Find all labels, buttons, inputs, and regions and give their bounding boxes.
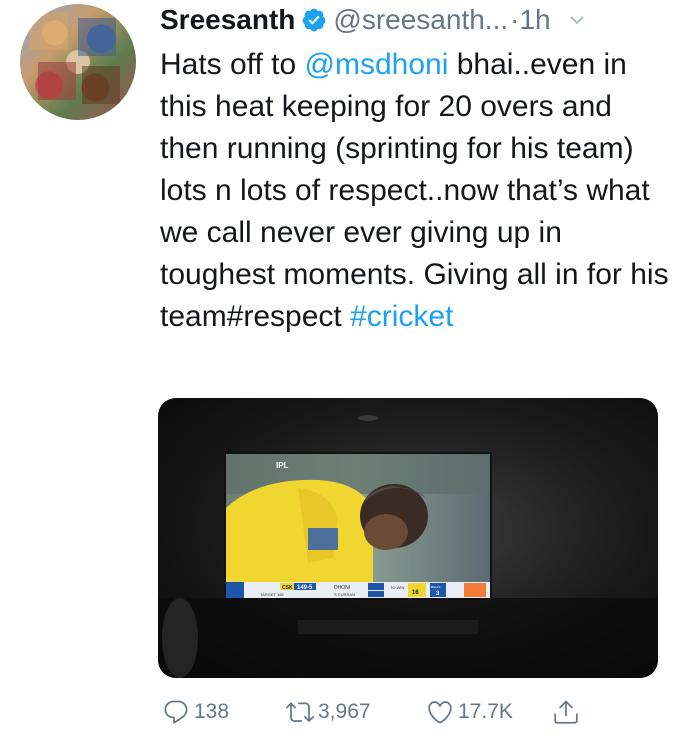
reply-icon [164,700,188,724]
avatar[interactable] [20,4,136,120]
tweet-header: Sreesanth @sreesanth... ·1h [160,0,670,40]
heart-icon [428,701,452,724]
hashtag-link[interactable]: #cricket [350,300,453,333]
share-icon [554,700,578,724]
tweet-text: Hats off to @msdhoni bhai..even in this … [160,44,670,338]
chevron-down-icon[interactable] [569,12,585,28]
score-to-win-label: TO WIN [390,585,404,590]
like-count: 17.7K [458,700,513,723]
retweet-count: 3,967 [318,700,371,723]
score-bowler: S CURRAN [334,592,355,597]
score-balls-label: BALLS [431,585,440,589]
like-button[interactable]: 17.7K [426,694,513,730]
reply-count: 138 [194,700,230,723]
tweet-text-part: Hats off to [160,48,305,81]
verified-badge-icon [301,7,327,33]
tweet-text-part: bhai..even in this heat keeping for 20 o… [160,48,669,333]
mention-link[interactable]: @msdhoni [305,48,449,81]
tweet[interactable]: Sreesanth @sreesanth... ·1h Hats off to … [0,0,687,750]
score-target: TARGET 165 [260,592,284,597]
ipl-logo-text: IPL [276,461,289,470]
tweet-photo[interactable]: IPL CSK 149-5 TARGET 165 DHONI S CURRAN … [158,398,658,678]
score-value: 149-5 [297,585,313,591]
score-batsman: DHONI [334,585,350,591]
retweet-icon [286,702,314,722]
author-handle[interactable]: @sreesanth... [333,4,508,36]
author-name[interactable]: Sreesanth [160,4,295,36]
score-runs-needed: 16 [412,590,419,596]
avatar-collage-tile [38,62,76,100]
avatar-collage-tile [30,12,68,50]
retweet-button[interactable]: 3,967 [286,694,371,730]
photo-of-tv-screen: IPL CSK 149-5 TARGET 165 DHONI S CURRAN … [158,398,658,678]
share-button[interactable] [552,694,580,730]
reply-button[interactable]: 138 [162,694,229,730]
score-team: CSK [282,585,293,591]
score-bar: CSK 149-5 TARGET 165 DHONI S CURRAN TO W… [226,582,490,598]
tweet-time[interactable]: ·1h [510,4,550,36]
avatar-collage-tile [82,66,120,104]
tweet-actions: 138 3,967 17.7K [160,694,620,730]
avatar-collage-tile [78,18,116,56]
